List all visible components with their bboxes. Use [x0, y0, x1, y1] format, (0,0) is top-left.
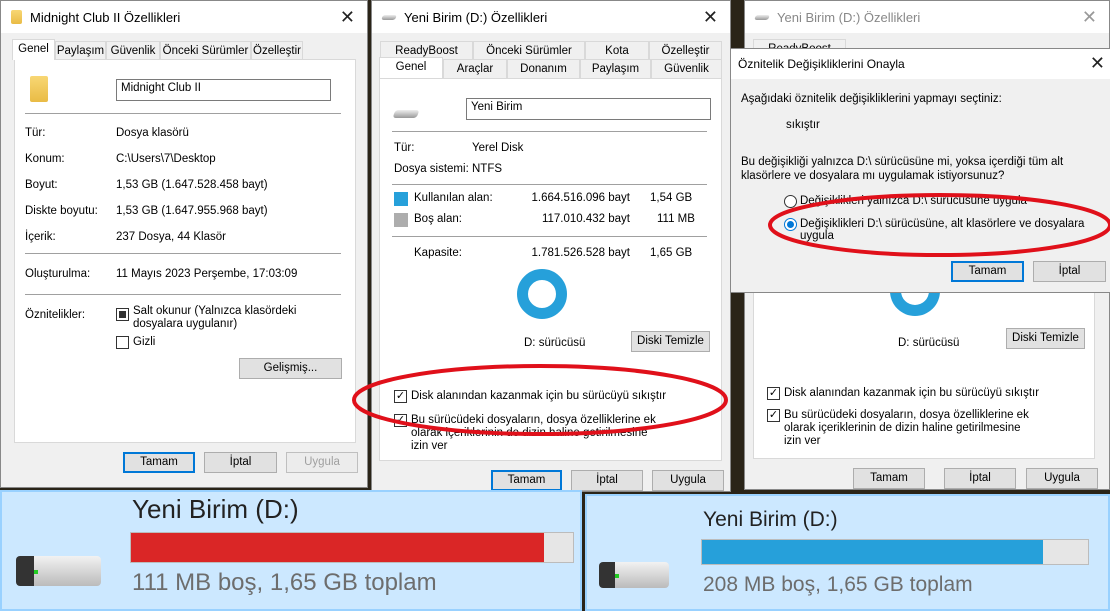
usage-bar-fill: [131, 533, 544, 562]
hard-drive-icon: [599, 562, 669, 588]
tab-genel[interactable]: Genel: [12, 39, 55, 60]
drive-summary: 111 MB boş, 1,65 GB toplam: [132, 569, 437, 596]
hard-drive-icon: [16, 556, 101, 586]
drive-name: Yeni Birim (D:): [132, 494, 299, 524]
tab-genel[interactable]: Genel: [379, 57, 443, 78]
drive-name: Yeni Birim (D:): [703, 508, 838, 531]
usage-bar-fill: [702, 540, 1043, 564]
usage-bar: [130, 532, 574, 563]
usage-bar: [701, 539, 1089, 565]
drive-tile-before[interactable]: Yeni Birim (D:) 111 MB boş, 1,65 GB topl…: [0, 490, 582, 611]
drive-tile-after[interactable]: Yeni Birim (D:) 208 MB boş, 1,65 GB topl…: [585, 494, 1110, 611]
drive-summary: 208 MB boş, 1,65 GB toplam: [703, 573, 973, 596]
annotation-ellipse-compress: [352, 364, 728, 436]
annotation-ellipse-option2: [768, 193, 1110, 257]
